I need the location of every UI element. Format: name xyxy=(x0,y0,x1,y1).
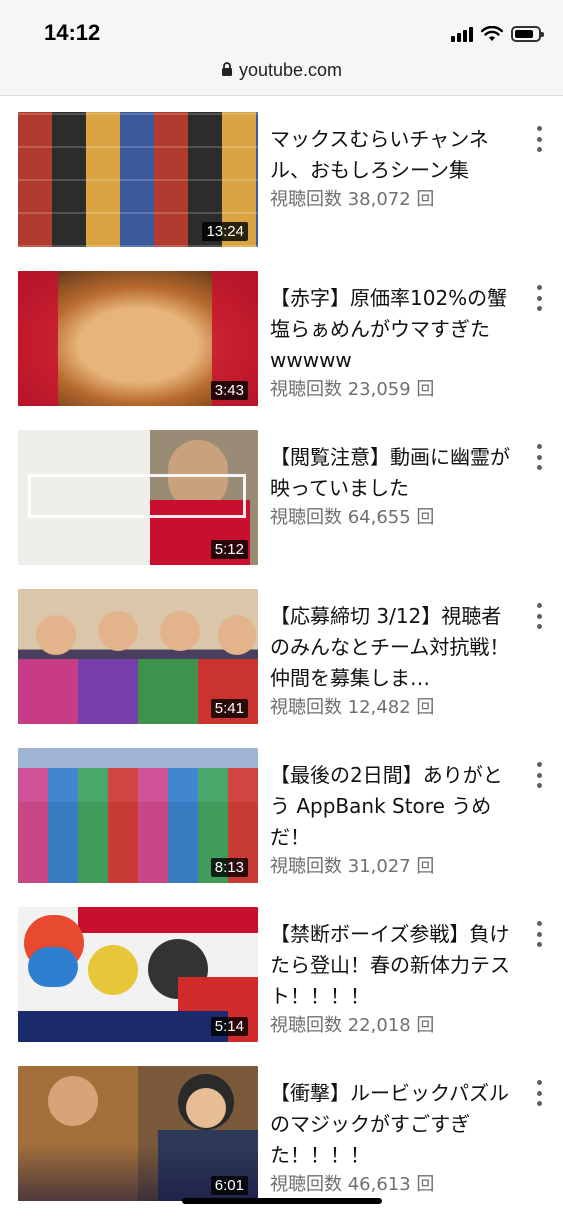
video-info: 【禁断ボーイズ参戦】負けたら登山！春の新体力テスト！！！！ 視聴回数 22,01… xyxy=(270,919,518,1038)
video-thumbnail[interactable]: 5:14 xyxy=(18,907,258,1042)
video-info: 【衝撃】ルービックパズルのマジックがすごすぎた！！！！ 視聴回数 46,613 … xyxy=(270,1078,518,1197)
wifi-icon xyxy=(481,26,503,41)
video-info: 【応募締切 3/12】視聴者のみんなとチーム対抗戦！仲間を募集しま… 視聴回数 … xyxy=(270,601,518,720)
status-icons xyxy=(451,24,544,44)
view-count: 視聴回数 12,482 回 xyxy=(270,697,435,718)
more-options-icon[interactable] xyxy=(533,921,545,947)
more-options-icon[interactable] xyxy=(533,444,545,470)
url-text: youtube.com xyxy=(238,60,343,80)
cellular-signal-icon xyxy=(451,26,473,42)
more-options-icon[interactable] xyxy=(533,285,545,311)
video-duration: 6:01 xyxy=(210,1176,248,1195)
video-info: 【最後の2日間】ありがとう AppBank Store うめだ！ 視聴回数 31… xyxy=(270,760,518,879)
video-item[interactable]: 13:24 マックスむらいチャンネル、おもしろシーン集 視聴回数 38,072 … xyxy=(0,112,563,252)
video-thumbnail[interactable]: 6:01 xyxy=(18,1066,258,1201)
video-title[interactable]: 【衝撃】ルービックパズルのマジックがすごすぎた！！！！ xyxy=(270,1078,518,1171)
more-options-icon[interactable] xyxy=(533,126,545,152)
address-bar[interactable]: youtube.com xyxy=(0,60,563,81)
video-title[interactable]: マックスむらいチャンネル、おもしろシーン集 xyxy=(270,124,518,186)
view-count: 視聴回数 22,018 回 xyxy=(270,1015,435,1036)
video-title[interactable]: 【最後の2日間】ありがとう AppBank Store うめだ！ xyxy=(270,760,518,853)
view-count: 視聴回数 46,613 回 xyxy=(270,1174,435,1195)
video-info: 【閲覧注意】動画に幽霊が映っていました 視聴回数 64,655 回 xyxy=(270,442,518,530)
video-item[interactable]: 5:14 【禁断ボーイズ参戦】負けたら登山！春の新体力テスト！！！！ 視聴回数 … xyxy=(0,907,563,1047)
lock-icon xyxy=(221,62,232,76)
video-thumbnail[interactable]: 8:13 xyxy=(18,748,258,883)
video-duration: 5:41 xyxy=(210,699,248,718)
home-indicator[interactable] xyxy=(182,1198,382,1204)
view-count: 視聴回数 38,072 回 xyxy=(270,189,435,210)
video-thumbnail[interactable]: 13:24 xyxy=(18,112,258,247)
video-info: 【赤字】原価率102%の蟹塩らぁめんがウマすぎたwwwww 視聴回数 23,05… xyxy=(270,283,518,402)
video-thumbnail[interactable]: 3:43 xyxy=(18,271,258,406)
video-duration: 3:43 xyxy=(210,381,248,400)
video-duration: 5:12 xyxy=(210,540,248,559)
video-item[interactable]: 5:12 【閲覧注意】動画に幽霊が映っていました 視聴回数 64,655 回 xyxy=(0,430,563,570)
video-title[interactable]: 【閲覧注意】動画に幽霊が映っていました xyxy=(270,442,518,504)
video-title[interactable]: 【禁断ボーイズ参戦】負けたら登山！春の新体力テスト！！！！ xyxy=(270,919,518,1012)
battery-icon xyxy=(511,26,544,42)
video-duration: 8:13 xyxy=(210,858,248,877)
video-item[interactable]: 3:43 【赤字】原価率102%の蟹塩らぁめんがウマすぎたwwwww 視聴回数 … xyxy=(0,271,563,411)
video-info: マックスむらいチャンネル、おもしろシーン集 視聴回数 38,072 回 xyxy=(270,124,518,212)
view-count: 視聴回数 64,655 回 xyxy=(270,507,435,528)
video-item[interactable]: 8:13 【最後の2日間】ありがとう AppBank Store うめだ！ 視聴… xyxy=(0,748,563,888)
video-title[interactable]: 【応募締切 3/12】視聴者のみんなとチーム対抗戦！仲間を募集しま… xyxy=(270,601,518,694)
video-item[interactable]: 6:01 【衝撃】ルービックパズルのマジックがすごすぎた！！！！ 視聴回数 46… xyxy=(0,1066,563,1206)
video-thumbnail[interactable]: 5:12 xyxy=(18,430,258,565)
status-time: 14:12 xyxy=(44,20,101,45)
video-item[interactable]: 5:41 【応募締切 3/12】視聴者のみんなとチーム対抗戦！仲間を募集しま… … xyxy=(0,589,563,729)
video-title[interactable]: 【赤字】原価率102%の蟹塩らぁめんがウマすぎたwwwww xyxy=(270,283,518,376)
video-thumbnail[interactable]: 5:41 xyxy=(18,589,258,724)
more-options-icon[interactable] xyxy=(533,762,545,788)
video-duration: 5:14 xyxy=(210,1017,248,1036)
view-count: 視聴回数 23,059 回 xyxy=(270,379,435,400)
browser-top-bar: 14:12 youtube.com xyxy=(0,0,563,96)
more-options-icon[interactable] xyxy=(533,603,545,629)
screen: 14:12 youtube.com 13:24 マックスむらいチャンネル、おもし… xyxy=(0,0,563,1218)
view-count: 視聴回数 31,027 回 xyxy=(270,856,435,877)
video-duration: 13:24 xyxy=(202,222,248,241)
more-options-icon[interactable] xyxy=(533,1080,545,1106)
